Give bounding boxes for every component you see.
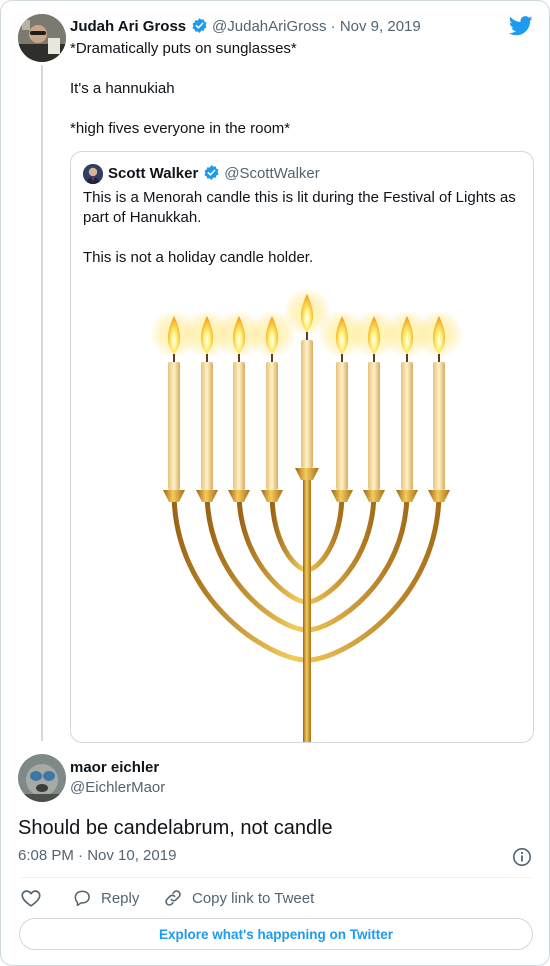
author-name[interactable]: Judah Ari Gross (70, 18, 186, 35)
parent-tweet-header: Judah Ari Gross @JudahAriGross · Nov 9, … (70, 17, 421, 40)
explore-label: Explore what's happening on Twitter (159, 926, 393, 942)
reply-button[interactable]: Reply (72, 888, 139, 908)
judah-avatar[interactable] (18, 14, 66, 62)
scott-walker-avatar[interactable] (83, 164, 103, 184)
reply-author-handle[interactable]: @EichlerMaor (70, 779, 165, 796)
thread-connector-line (41, 65, 43, 741)
parent-text-line-2: It's a hannukiah (70, 80, 175, 97)
like-button[interactable] (20, 887, 42, 909)
reply-bubble-icon (74, 890, 90, 907)
quoted-text-line-1: This is a Menorah candle this is lit dur… (83, 189, 516, 206)
quoted-tweet[interactable]: Scott Walker @ScottWalker This is a Meno… (70, 151, 534, 743)
parent-text-line-1: *Dramatically puts on sunglasses* (70, 40, 297, 57)
quoted-tweet-header: Scott Walker @ScottWalker (108, 164, 320, 187)
link-icon (165, 890, 181, 906)
verified-badge-icon (191, 17, 208, 40)
quoted-text-line-2: part of Hanukkah. (83, 209, 202, 226)
info-icon[interactable] (512, 847, 532, 872)
reply-author-name[interactable]: maor eichler (70, 759, 159, 776)
quoted-author-handle[interactable]: @ScottWalker (224, 165, 320, 182)
reply-text: Should be candelabrum, not candle (18, 817, 333, 839)
heart-icon (21, 890, 41, 907)
copy-link-button[interactable]: Copy link to Tweet (163, 888, 314, 908)
parent-text-line-3: *high fives everyone in the room* (70, 120, 291, 137)
copy-link-label: Copy link to Tweet (192, 889, 315, 907)
quoted-author-name[interactable]: Scott Walker (108, 165, 198, 182)
tweet-date[interactable]: Nov 9, 2019 (340, 18, 421, 35)
menorah-illustration[interactable] (71, 272, 533, 742)
embedded-tweet-card: Judah Ari Gross @JudahAriGross · Nov 9, … (0, 0, 550, 966)
reply-timestamp[interactable]: 6:08 PM · Nov 10, 2019 (18, 847, 176, 864)
quoted-text-line-3: This is not a holiday candle holder. (83, 249, 314, 266)
twitter-bird-icon[interactable] (508, 15, 533, 42)
explore-twitter-button[interactable]: Explore what's happening on Twitter (19, 918, 533, 950)
author-handle[interactable]: @JudahAriGross (212, 18, 326, 35)
reply-label: Reply (101, 889, 140, 907)
date-separator: · (326, 18, 340, 35)
divider (19, 877, 533, 878)
maor-avatar[interactable] (18, 754, 66, 802)
verified-badge-icon (203, 164, 220, 187)
